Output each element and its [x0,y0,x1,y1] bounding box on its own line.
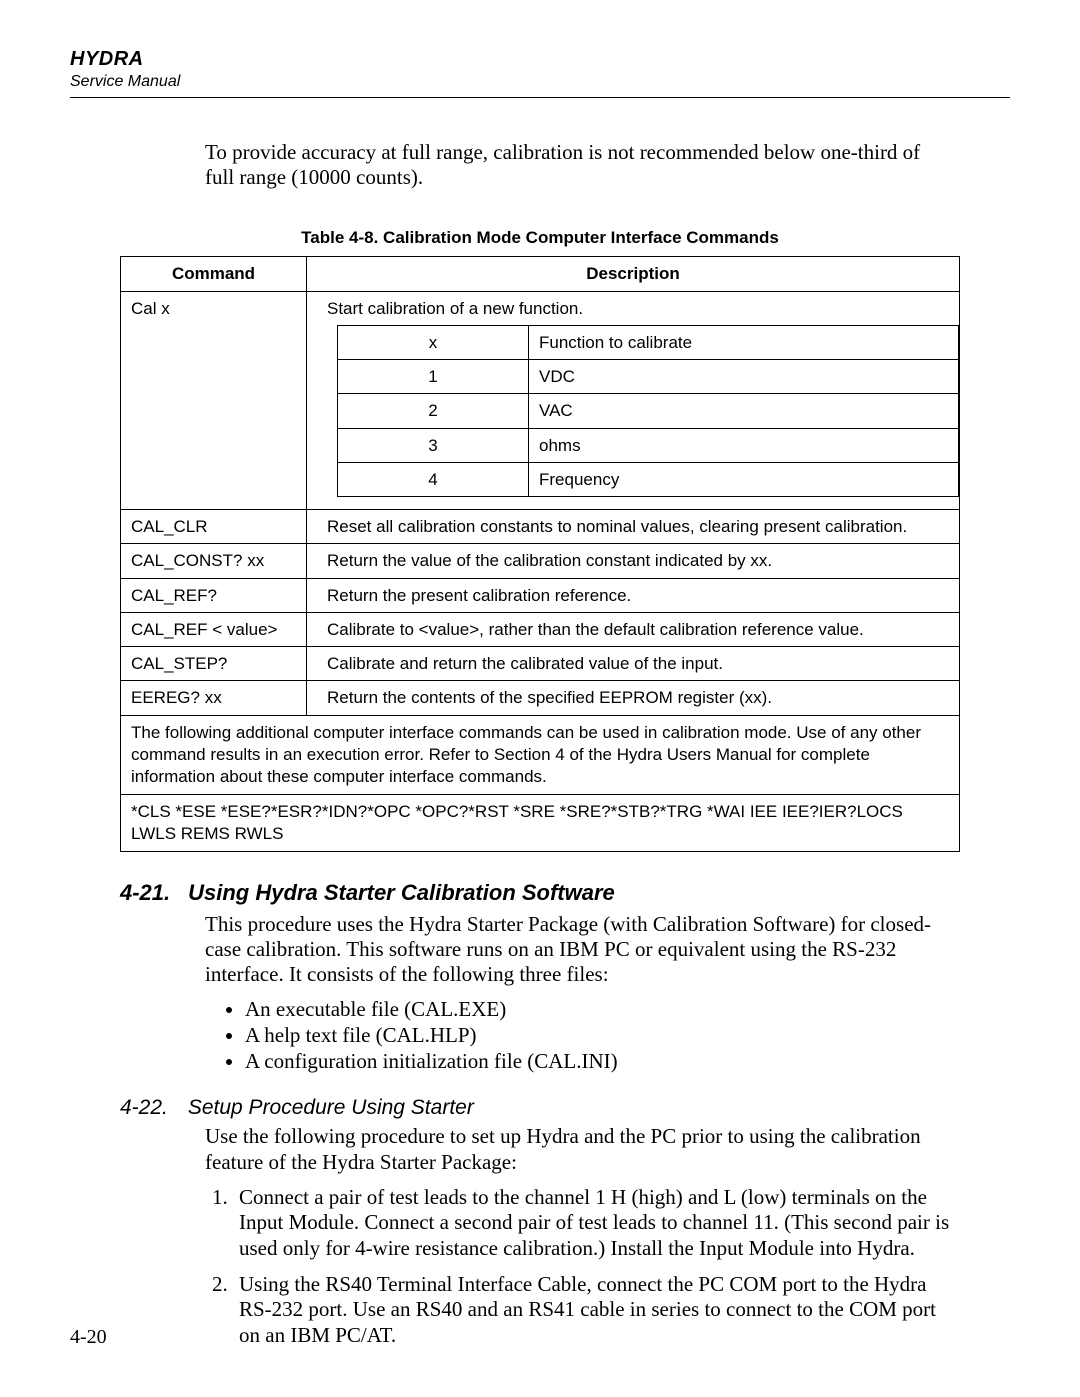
section-4-22-number: 4-22. [120,1096,182,1120]
section-4-21-heading: 4-21. Using Hydra Starter Calibration So… [120,880,1010,906]
desc-cell: Return the value of the calibration cons… [307,544,960,578]
th-description: Description [307,257,960,291]
table-row: CAL_REF? Return the present calibration … [121,578,960,612]
list-item: A help text file (CAL.HLP) [245,1022,950,1048]
table-note-1-text: The following additional computer interf… [131,723,921,786]
cmd-cell: CAL_REF < value> [121,612,307,646]
inner-func: VDC [529,360,959,394]
page-header: HYDRA Service Manual [70,48,1010,98]
table-row: CAL_STEP? Calibrate and return the calib… [121,647,960,681]
inner-header-row: x Function to calibrate [338,325,959,359]
table-note-2: *CLS *ESE *ESE?*ESR?*IDN?*OPC *OPC?*RST … [121,794,960,851]
list-item: Using the RS40 Terminal Interface Cable,… [233,1272,952,1349]
list-item: Connect a pair of test leads to the chan… [233,1185,952,1262]
section-4-22-heading: 4-22. Setup Procedure Using Starter [120,1096,1010,1120]
section-4-22-body: Use the following procedure to set up Hy… [205,1124,950,1174]
cmd-cell: CAL_STEP? [121,647,307,681]
inner-x: 2 [338,394,529,428]
inner-row: 2 VAC [338,394,959,428]
desc-cell: Reset all calibration constants to nomin… [307,510,960,544]
row-cal-x: Cal x Start calibration of a new functio… [121,291,960,319]
table-row: CAL_CLR Reset all calibration constants … [121,510,960,544]
file-list: An executable file (CAL.EXE) A help text… [225,996,950,1075]
table-row: CAL_REF < value> Calibrate to <value>, r… [121,612,960,646]
inner-row: 1 VDC [338,360,959,394]
header-subtitle: Service Manual [70,73,1010,91]
cmd-cell: CAL_REF? [121,578,307,612]
desc-cal-x-top: Start calibration of a new function. [307,291,960,319]
cal-x-inner-cell: x Function to calibrate 1 VDC 2 VAC 3 [307,319,960,510]
inner-row: 3 ohms [338,428,959,462]
commands-table-wrap: Command Description Cal x Start calibrat… [120,256,960,852]
inner-row: 4 Frequency [338,462,959,496]
cmd-cell: CAL_CONST? xx [121,544,307,578]
inner-x: 3 [338,428,529,462]
table-row: EEREG? xx Return the contents of the spe… [121,681,960,715]
list-item: An executable file (CAL.EXE) [245,996,950,1022]
table-row: CAL_CONST? xx Return the value of the ca… [121,544,960,578]
inner-x: 1 [338,360,529,394]
header-title: HYDRA [70,48,1010,71]
cmd-cell: EEREG? xx [121,681,307,715]
inner-th-func: Function to calibrate [529,325,959,359]
section-4-21-number: 4-21. [120,880,182,906]
section-4-22-title: Setup Procedure Using Starter [188,1096,474,1119]
table-note-row-1: The following additional computer interf… [121,715,960,794]
section-4-21-body: This procedure uses the Hydra Starter Pa… [205,912,950,988]
setup-steps: Connect a pair of test leads to the chan… [205,1185,952,1349]
desc-cell: Return the present calibration reference… [307,578,960,612]
table-note-1: The following additional computer interf… [121,715,960,794]
table-caption: Table 4-8. Calibration Mode Computer Int… [70,228,1010,248]
section-4-21-title: Using Hydra Starter Calibration Software [188,880,615,905]
desc-cell: Calibrate and return the calibrated valu… [307,647,960,681]
desc-cal-x-text: Start calibration of a new function. [327,299,583,318]
table-note-2-text: *CLS *ESE *ESE?*ESR?*IDN?*OPC *OPC?*RST … [131,802,903,843]
inner-func: Frequency [529,462,959,496]
desc-cell: Return the contents of the specified EEP… [307,681,960,715]
inner-func: ohms [529,428,959,462]
table-note-row-2: *CLS *ESE *ESE?*ESR?*IDN?*OPC *OPC?*RST … [121,794,960,851]
inner-x: 4 [338,462,529,496]
desc-cell: Calibrate to <value>, rather than the de… [307,612,960,646]
intro-paragraph: To provide accuracy at full range, calib… [205,140,945,190]
header-rule [70,97,1010,98]
list-item: A configuration initialization file (CAL… [245,1048,950,1074]
page-number: 4-20 [70,1326,107,1349]
table-header-row: Command Description [121,257,960,291]
th-command: Command [121,257,307,291]
cmd-cell: CAL_CLR [121,510,307,544]
cmd-cal-x: Cal x [121,291,307,510]
function-subtable: x Function to calibrate 1 VDC 2 VAC 3 [337,325,959,497]
inner-func: VAC [529,394,959,428]
inner-th-x: x [338,325,529,359]
commands-table: Command Description Cal x Start calibrat… [120,256,960,852]
